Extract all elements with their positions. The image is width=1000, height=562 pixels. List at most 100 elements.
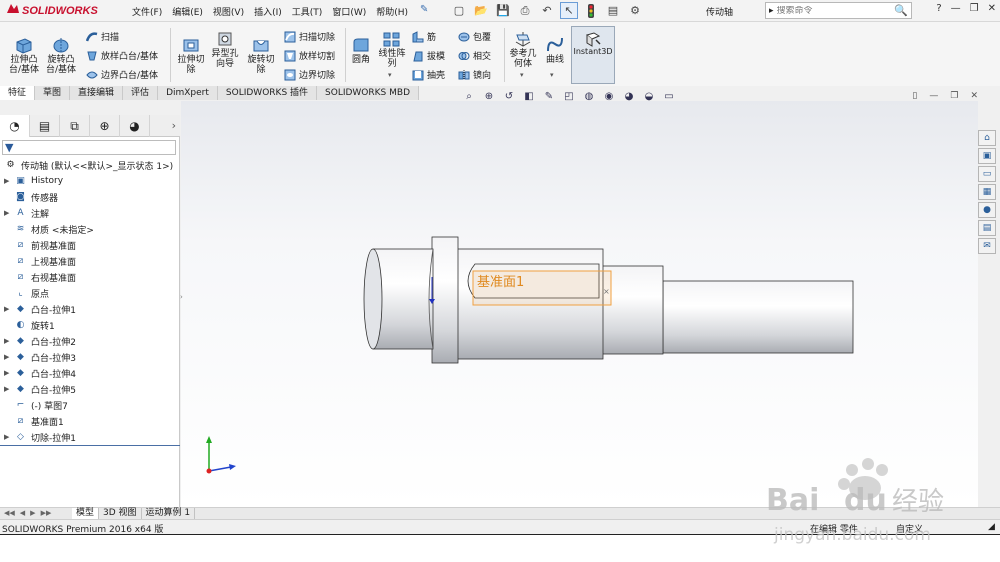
extrude-boss-button[interactable]: 拉伸凸 台/基体 — [7, 36, 41, 75]
menu-help[interactable]: 帮助(H) — [376, 5, 408, 18]
hole-wizard-button[interactable]: 异型孔 向导 — [208, 30, 242, 69]
pin-menu-icon[interactable]: ✎ — [420, 4, 428, 15]
menu-tools[interactable]: 工具(T) — [292, 5, 323, 18]
close-icon[interactable]: ✕ — [988, 3, 996, 14]
search-icon[interactable]: 🔍 — [894, 4, 908, 17]
mirror-button[interactable]: 镜向 — [458, 68, 491, 81]
linear-pattern-button[interactable]: 线性阵 列 — [376, 30, 408, 69]
tree-root[interactable]: ⚙ 传动轴 (默认<<默认>_显示状态 1>) — [4, 157, 173, 173]
solidworks-logo[interactable]: SOLIDWORKS — [6, 3, 98, 18]
tab-addins[interactable]: SOLIDWORKS 插件 — [217, 86, 318, 100]
panel-collapse-icon[interactable]: › — [180, 293, 186, 303]
tab-features[interactable]: 特征 — [0, 86, 36, 100]
expand-arrow-icon[interactable]: ▶ — [4, 209, 14, 217]
tree-item[interactable]: ▶ ◆ 凸台-拉伸5 — [4, 381, 76, 397]
display-style-icon[interactable]: ◍ — [582, 89, 596, 103]
restore-icon[interactable]: ❐ — [970, 3, 979, 14]
solidworks-resources-icon[interactable]: ⌂ — [978, 130, 996, 146]
dimxpertmanager-tab-icon[interactable]: ⊕ — [90, 115, 120, 137]
expand-arrow-icon[interactable]: ▶ — [4, 369, 14, 377]
propertymanager-tab-icon[interactable]: ▤ — [30, 115, 60, 137]
tree-filter[interactable]: ▼ — [2, 140, 176, 155]
forum-icon[interactable]: ✉ — [978, 238, 996, 254]
zoom-area-icon[interactable]: ⊕ — [482, 89, 496, 103]
tree-item[interactable]: ⧄ 右视基准面 — [4, 269, 76, 285]
fillet-button[interactable]: 圆角 — [348, 36, 374, 65]
tab-evaluate[interactable]: 评估 — [123, 86, 159, 100]
configurationmanager-tab-icon[interactable]: ⧉ — [60, 115, 90, 137]
tree-item[interactable]: ◙ 传感器 — [4, 189, 58, 205]
tab-sketch[interactable]: 草图 — [35, 86, 71, 100]
viewport-restore-icon[interactable]: ❐ — [950, 91, 958, 101]
tree-item[interactable]: ▶ ◇ 切除-拉伸1 — [4, 429, 76, 445]
edit-appearance-icon[interactable]: ◕ — [622, 89, 636, 103]
tree-item[interactable]: ▶ ◆ 凸台-拉伸4 — [4, 365, 76, 381]
zoom-to-fit-icon[interactable]: ⌕ — [462, 89, 476, 103]
plane-handle-icon[interactable]: × — [603, 287, 610, 296]
viewport-minimize-icon[interactable]: — — [929, 91, 938, 101]
shell-button[interactable]: 抽壳 — [412, 68, 445, 81]
tree-item[interactable]: ▶ ▣ History — [4, 173, 63, 189]
section-view-icon[interactable]: ◧ — [522, 89, 536, 103]
pattern-dropdown-icon[interactable]: ▾ — [388, 71, 392, 79]
tree-item[interactable]: ⧄ 上视基准面 — [4, 253, 76, 269]
view-orientation-icon[interactable]: ◰ — [562, 89, 576, 103]
tree-item[interactable]: ⌞ 原点 — [4, 285, 49, 301]
loft-boss-button[interactable]: 放样凸台/基体 — [86, 49, 158, 62]
menu-insert[interactable]: 插入(I) — [254, 5, 282, 18]
revolve-cut-button[interactable]: 旋转切 除 — [244, 36, 278, 75]
menu-file[interactable]: 文件(F) — [132, 5, 162, 18]
minimize-icon[interactable]: — — [951, 3, 961, 14]
curves-dropdown-icon[interactable]: ▾ — [550, 71, 554, 79]
panel-expand-icon[interactable]: › — [172, 119, 176, 132]
open-document-icon[interactable]: 📂 — [472, 2, 490, 19]
boundary-cut-button[interactable]: 边界切除 — [284, 68, 335, 81]
new-document-icon[interactable]: ▢ — [450, 2, 468, 19]
reference-geometry-button[interactable]: 参考几 何体 — [507, 30, 539, 69]
view-palette-icon[interactable]: ▦ — [978, 184, 996, 200]
menu-view[interactable]: 视图(V) — [213, 5, 244, 18]
tab-mbd[interactable]: SOLIDWORKS MBD — [317, 86, 419, 100]
displaymanager-tab-icon[interactable]: ◕ — [120, 115, 150, 137]
undo-icon[interactable]: ↶ — [538, 2, 556, 19]
tree-item[interactable]: ▶ A 注解 — [4, 205, 49, 221]
revolve-boss-button[interactable]: 旋转凸 台/基体 — [44, 36, 78, 75]
expand-arrow-icon[interactable]: ▶ — [4, 337, 14, 345]
wrap-button[interactable]: 包覆 — [458, 30, 491, 43]
file-explorer-icon[interactable]: ▭ — [978, 166, 996, 182]
custom-properties-icon[interactable]: ▤ — [978, 220, 996, 236]
tab-dimxpert[interactable]: DimXpert — [158, 86, 218, 100]
last-tab-icon[interactable]: ▶▶ — [41, 509, 52, 517]
tree-item[interactable]: ≋ 材质 <未指定> — [4, 221, 94, 237]
help-icon[interactable]: ? — [936, 3, 941, 14]
next-tab-icon[interactable]: ▶ — [30, 509, 35, 517]
sweep-button[interactable]: 扫描 — [86, 30, 119, 43]
rollback-bar[interactable] — [0, 445, 180, 446]
menu-window[interactable]: 窗口(W) — [332, 5, 366, 18]
rebuild-icon[interactable] — [582, 2, 600, 19]
appearances-icon[interactable]: ● — [978, 202, 996, 218]
intersect-button[interactable]: 相交 — [458, 49, 491, 62]
search-commands[interactable]: ▸ 🔍 — [765, 2, 912, 19]
swept-cut-button[interactable]: 扫描切除 — [284, 30, 335, 43]
select-pointer-icon[interactable]: ↖ — [560, 2, 578, 19]
tree-item[interactable]: ◐ 旋转1 — [4, 317, 55, 333]
search-input[interactable] — [776, 5, 875, 16]
prev-tab-icon[interactable]: ◀ — [20, 509, 25, 517]
tree-item[interactable]: ⧄ 基准面1 — [4, 413, 64, 429]
extrude-cut-button[interactable]: 拉伸切 除 — [174, 36, 208, 75]
viewport-split-icon[interactable]: ▯ — [912, 91, 917, 101]
tree-item[interactable]: ▶ ◆ 凸台-拉伸3 — [4, 349, 76, 365]
previous-view-icon[interactable]: ↺ — [502, 89, 516, 103]
dynamic-annotation-icon[interactable]: ✎ — [542, 89, 556, 103]
instant3d-button[interactable]: Instant3D — [571, 26, 615, 84]
expand-arrow-icon[interactable]: ▶ — [4, 353, 14, 361]
curves-button[interactable]: 曲线 — [542, 36, 568, 65]
tree-item[interactable]: ▶ ◆ 凸台-拉伸2 — [4, 333, 76, 349]
options-gear-icon[interactable]: ⚙ — [626, 2, 644, 19]
design-library-icon[interactable]: ▣ — [978, 148, 996, 164]
featuremanager-tab-icon[interactable]: ◔ — [0, 115, 30, 137]
expand-arrow-icon[interactable]: ▶ — [4, 305, 14, 313]
viewport-close-icon[interactable]: ✕ — [970, 91, 978, 101]
view-settings-icon[interactable]: ▭ — [662, 89, 676, 103]
